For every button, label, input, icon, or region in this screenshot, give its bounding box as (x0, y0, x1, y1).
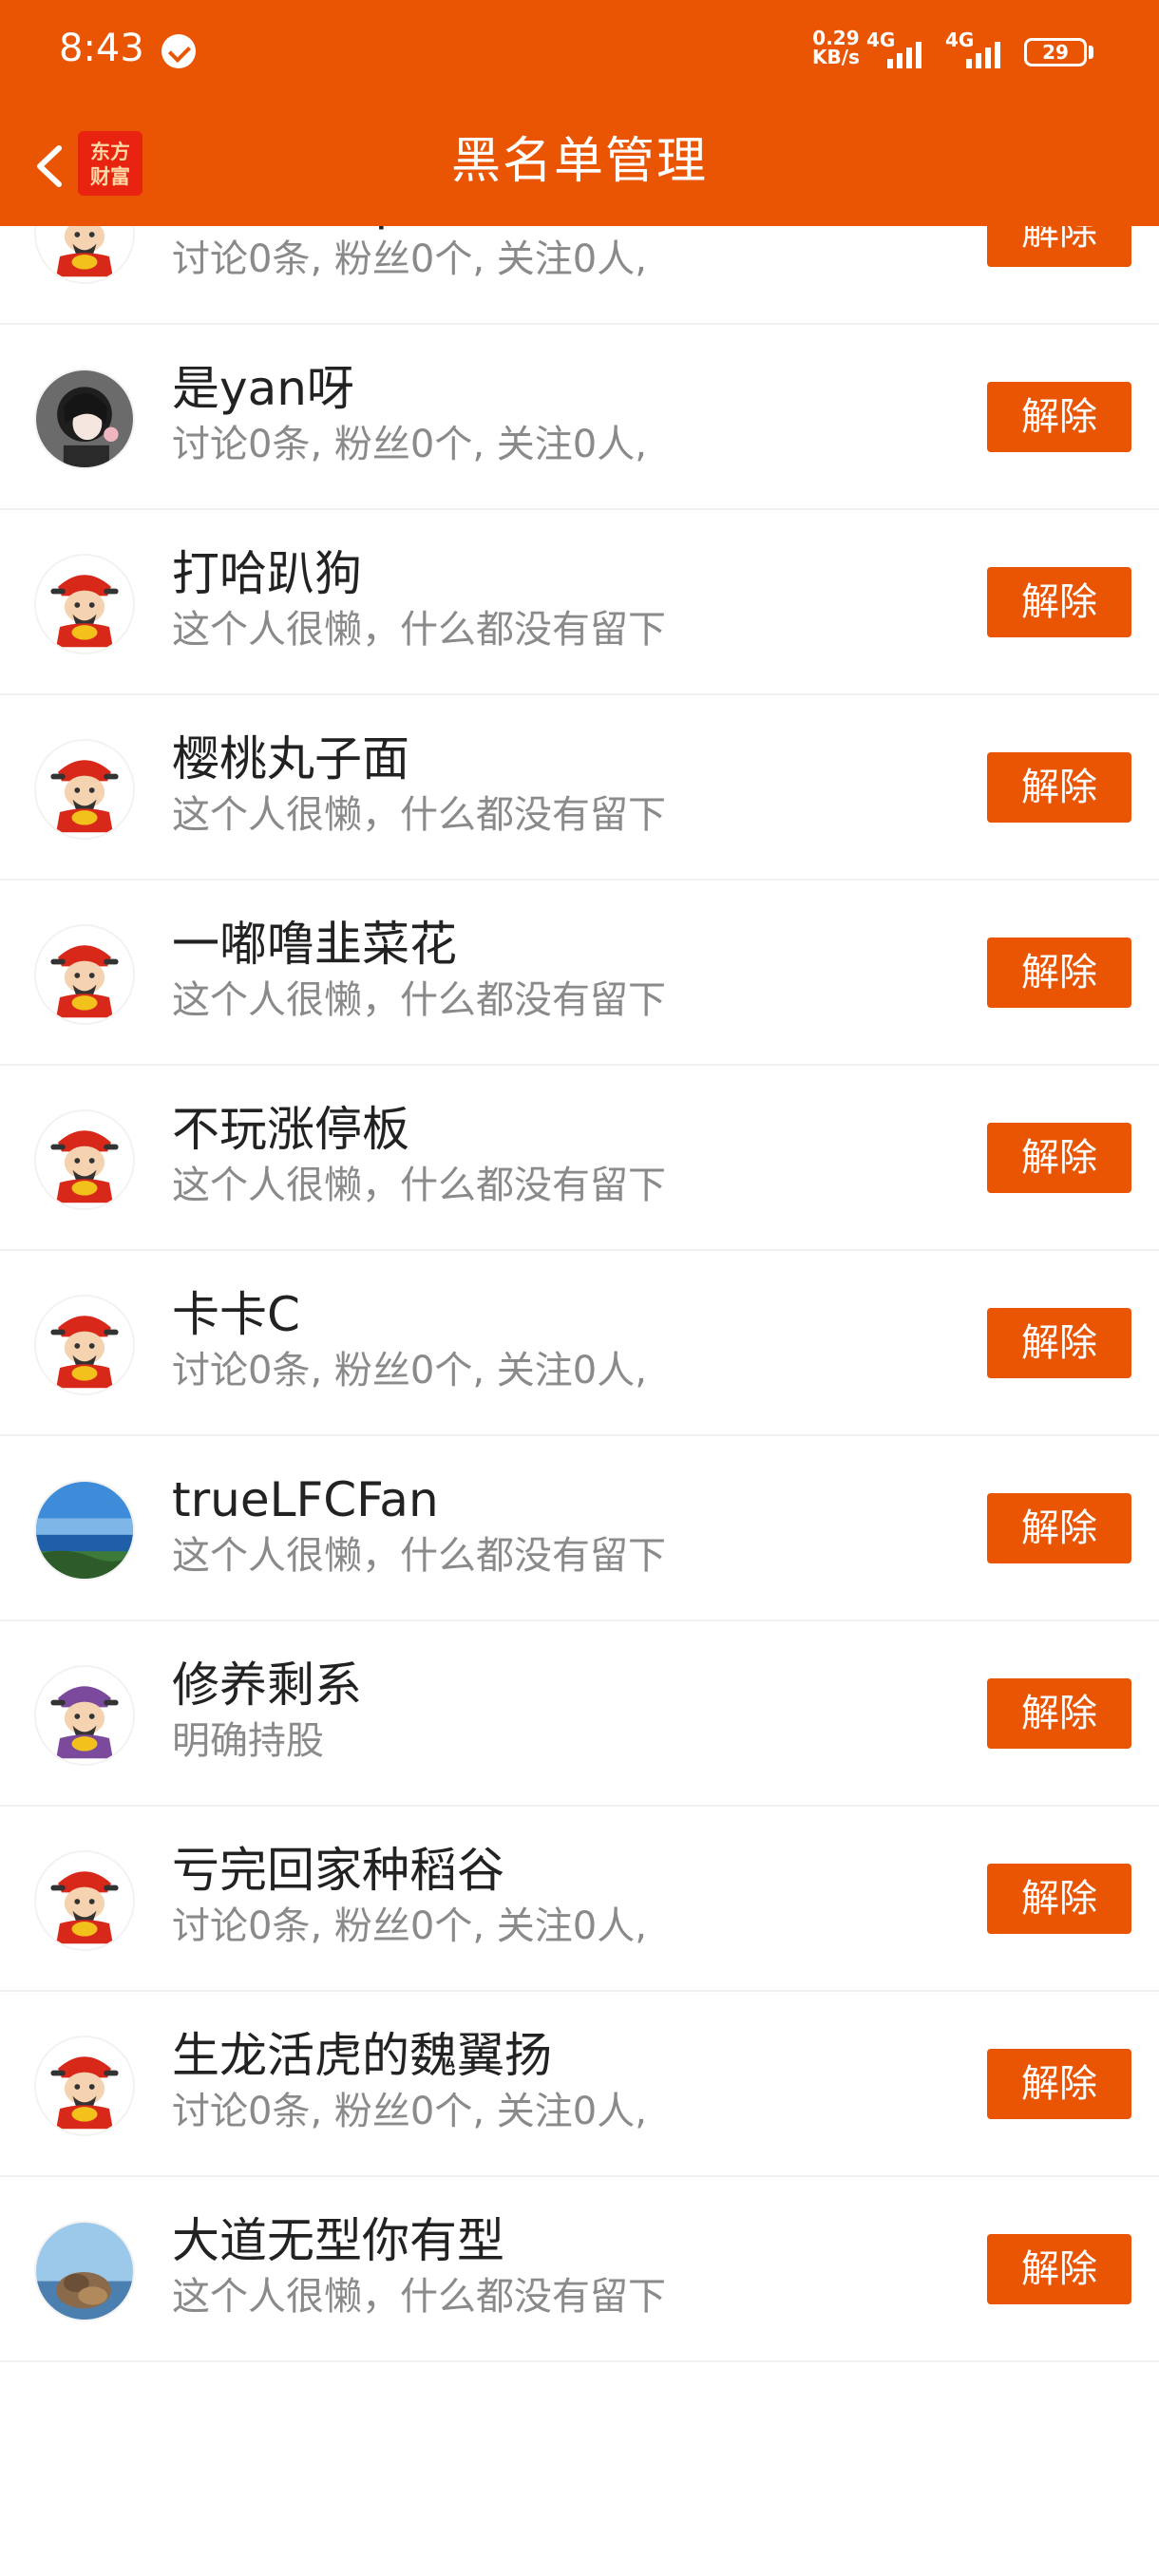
remove-button[interactable]: 解除 (987, 567, 1131, 637)
avatar[interactable] (34, 554, 135, 654)
user-description: 这个人很懒，什么都没有留下 (172, 978, 666, 1022)
user-description: 讨论0条, 粉丝0个, 关注0人, (172, 237, 647, 281)
remove-button[interactable]: 解除 (987, 382, 1131, 452)
user-name[interactable]: 大道无型你有型 (172, 2209, 504, 2272)
list-item: 樱桃丸子面 这个人很懒，什么都没有留下 解除 (0, 695, 1159, 881)
avatar[interactable] (34, 1109, 135, 1210)
user-name[interactable]: 打哈趴狗 (172, 542, 362, 605)
battery-icon: 29 (1024, 38, 1087, 66)
avatar[interactable] (34, 369, 135, 469)
app-logo: 东方 财富 (78, 131, 142, 196)
battery-tip (1089, 46, 1093, 59)
list-item: 打哈趴狗 这个人很懒，什么都没有留下 解除 (0, 510, 1159, 695)
page-title: 黑名单管理 (450, 133, 708, 190)
avatar[interactable] (34, 739, 135, 840)
app-notification-icon (162, 34, 196, 68)
remove-button[interactable]: 解除 (987, 2234, 1131, 2304)
list-item: 是yan呀 讨论0条, 粉丝0个, 关注0人, 解除 (0, 325, 1159, 510)
list-item: 生龙活虎的魏翼扬 讨论0条, 粉丝0个, 关注0人, 解除 (0, 1992, 1159, 2177)
list-item: 一嘟噜韭菜花 这个人很懒，什么都没有留下 解除 (0, 881, 1159, 1066)
user-description: 明确持股 (172, 1719, 324, 1763)
list-item: trueLFCFan 这个人很懒，什么都没有留下 解除 (0, 1436, 1159, 1621)
status-time: 8:43 (59, 27, 144, 70)
list-item: 修养剩系 明确持股 解除 (0, 1621, 1159, 1807)
user-description: 讨论0条, 粉丝0个, 关注0人, (172, 2090, 647, 2133)
header-bar: 8:43 0.29 KB/s 4G 4G 29 黑名单管理 东方 财富 (0, 0, 1159, 226)
app-logo-line1: 东方 (90, 141, 130, 163)
remove-button[interactable]: 解除 (987, 1678, 1131, 1749)
user-description: 这个人很懒，什么都没有留下 (172, 2275, 666, 2319)
user-description: 讨论0条, 粉丝0个, 关注0人, (172, 1904, 647, 1948)
remove-button[interactable]: 解除 (987, 938, 1131, 1008)
avatar[interactable] (34, 2221, 135, 2321)
user-description: 这个人很懒，什么都没有留下 (172, 1164, 666, 1207)
user-name[interactable]: 修养剩系 (172, 1654, 362, 1716)
user-name[interactable]: 一嘟噜韭菜花 (172, 913, 457, 975)
avatar[interactable] (34, 1480, 135, 1581)
avatar[interactable] (34, 1665, 135, 1766)
remove-button[interactable]: 解除 (987, 752, 1131, 823)
user-name[interactable]: 不玩涨停板 (172, 1098, 409, 1161)
nav-bar: 黑名单管理 东方 财富 (0, 114, 1159, 218)
user-name[interactable]: 亏完回家种稻谷 (172, 1839, 504, 1902)
avatar[interactable] (34, 2036, 135, 2136)
user-description: 这个人很懒，什么都没有留下 (172, 793, 666, 837)
list-item: 卡卡C 讨论0条, 粉丝0个, 关注0人, 解除 (0, 1251, 1159, 1436)
user-name[interactable]: 卡卡C (172, 1283, 300, 1346)
user-name[interactable]: trueLFCFan (172, 1468, 439, 1531)
battery-level: 29 (1042, 41, 1069, 64)
remove-button[interactable]: 解除 (987, 2049, 1131, 2119)
remove-button[interactable]: 解除 (987, 1123, 1131, 1193)
network-speed-value: 0.29 (812, 27, 860, 49)
avatar[interactable] (34, 1850, 135, 1951)
list-item: 不玩涨停板 这个人很懒，什么都没有留下 解除 (0, 1066, 1159, 1251)
user-description: 这个人很懒，什么都没有留下 (172, 608, 666, 652)
list-item: 大道无型你有型 这个人很懒，什么都没有留下 解除 (0, 2177, 1159, 2362)
user-description: 这个人很懒，什么都没有留下 (172, 1534, 666, 1578)
user-name[interactable]: 生龙活虎的魏翼扬 (172, 2024, 552, 2087)
app-logo-line2: 财富 (90, 165, 130, 188)
user-name[interactable]: 樱桃丸子面 (172, 728, 409, 790)
user-description: 讨论0条, 粉丝0个, 关注0人, (172, 423, 647, 466)
remove-button[interactable]: 解除 (987, 1864, 1131, 1934)
remove-button[interactable]: 解除 (987, 1493, 1131, 1563)
user-description: 讨论0条, 粉丝0个, 关注0人, (172, 1349, 647, 1392)
avatar[interactable] (34, 1295, 135, 1395)
avatar[interactable] (34, 924, 135, 1025)
user-name[interactable]: 是yan呀 (172, 357, 354, 420)
network-speed: 0.29 KB/s (812, 28, 860, 66)
list-item: 亏完回家种稻谷 讨论0条, 粉丝0个, 关注0人, 解除 (0, 1807, 1159, 1992)
network-speed-unit: KB/s (812, 46, 860, 68)
remove-button[interactable]: 解除 (987, 1308, 1131, 1378)
status-bar: 8:43 0.29 KB/s 4G 4G 29 (0, 0, 1159, 104)
